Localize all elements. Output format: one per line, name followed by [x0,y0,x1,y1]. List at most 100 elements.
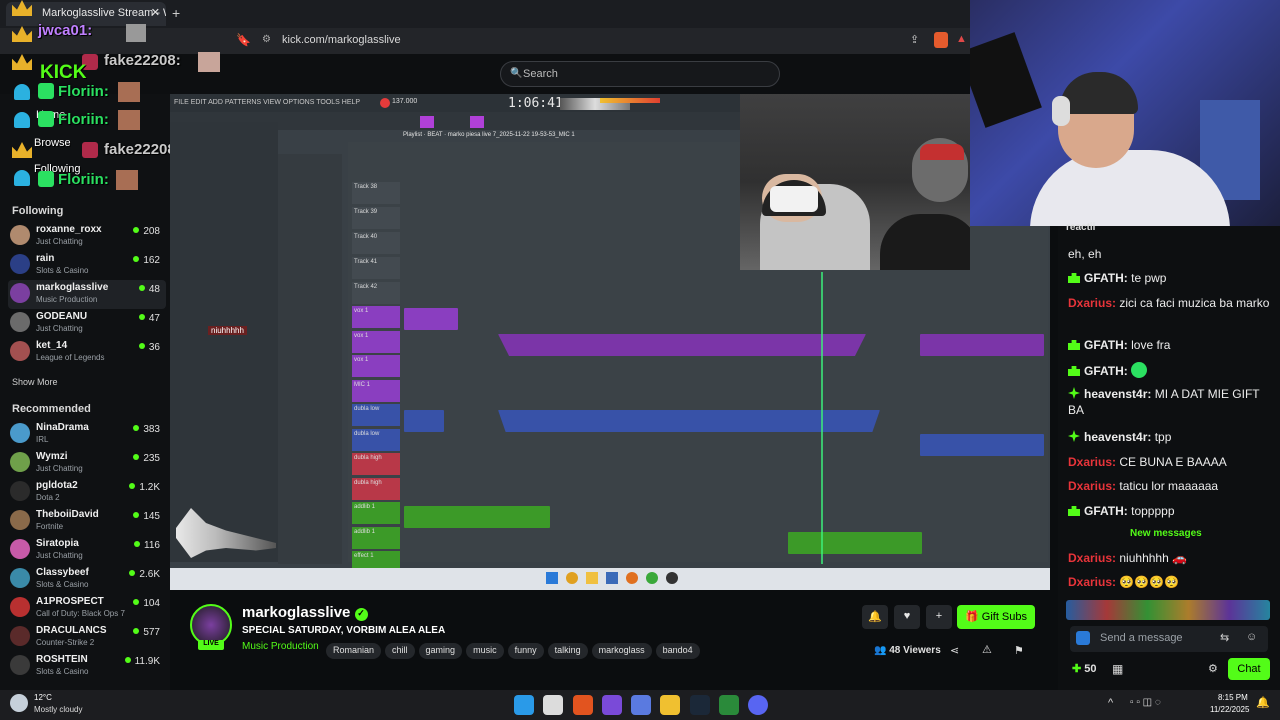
streamer-name[interactable]: markoglasslive ✓ [242,604,368,621]
playhead [821,272,823,564]
stream-tag[interactable]: Romanian [326,643,382,659]
following-heading: Following [12,205,64,217]
weather-temp: 12°C [34,693,52,702]
viewers-icon: 👥 [874,645,890,656]
chat-settings-icon[interactable]: ⚙ [1208,662,1218,675]
brave-shield-icon[interactable] [934,32,948,48]
stream-tag[interactable]: funny [507,643,544,659]
chat-overlay-name: niuhhhhh [208,326,247,335]
channel-name: Wymzi [36,451,68,462]
sidebar-channel[interactable]: DRACULANCS Counter-Strike 2 577 [8,623,166,652]
stream-tag[interactable]: talking [547,643,588,659]
sidebar-channel[interactable]: rain Slots & Casino 162 [8,251,166,280]
sidebar-channel[interactable]: NinaDrama IRL 383 [8,420,166,449]
channel-category: Just Chatting [36,464,83,473]
sidebar-channel[interactable]: markoglasslive Music Production 48 [8,280,166,309]
report-icon[interactable]: ⚠ [982,643,992,656]
subscribe-plus-icon[interactable]: + [926,605,952,629]
brave-browser-icon[interactable] [573,695,593,715]
emoji-icon[interactable]: ☺ [1246,631,1257,643]
chat-username[interactable]: heavenst4r: [1084,387,1151,401]
chat-username[interactable]: Dxarius: [1068,575,1116,589]
channel-viewers: 145 [133,511,160,522]
url-text[interactable]: kick.com/markoglasslive [282,34,401,46]
search-input[interactable]: 🔍 Search [500,61,780,87]
site-settings-icon[interactable]: ⚙ [262,34,271,45]
channel-category: Call of Duty: Black Ops 7 [36,609,125,618]
stream-tag[interactable]: bando4 [655,643,700,659]
sidebar-channel[interactable]: ROSHTEIN Slots & Casino 11.9K [8,652,166,681]
stream-category[interactable]: Music Production [242,641,319,652]
task-view-icon[interactable] [543,695,563,715]
new-messages-divider[interactable]: New messages [1130,528,1202,539]
tray-overflow-icon[interactable]: ^ [1108,697,1113,709]
sidebar-channel[interactable]: roxanne_roxx Just Chatting 208 [8,222,166,251]
chat-username[interactable]: Dxarius: [1068,551,1116,565]
bookmark-icon[interactable]: 🔖 [236,33,251,47]
chat-username[interactable]: GFATH: [1084,504,1128,518]
stream-tag[interactable]: music [466,643,504,659]
tray-icons[interactable]: ▫ ▫ ◫ ◌ [1130,697,1161,708]
show-more-button[interactable]: Show More [12,377,58,387]
notification-bell-icon[interactable]: 🔔 [862,605,888,629]
sidebar-channel[interactable]: TheboiiDavid Fortnite 145 [8,507,166,536]
daw-channel-label: vox 1 [352,355,400,377]
sidebar-channel[interactable]: GODEANU Just Chatting 47 [8,309,166,338]
tempo-display: 137.000 [392,98,418,105]
chat-username[interactable]: Dxarius: [1068,455,1116,469]
share-icon[interactable]: ⇪ [910,33,919,46]
translate-icon[interactable]: ⇆ [1220,631,1229,644]
sidebar-channel[interactable]: A1PROSPECT Call of Duty: Black Ops 7 104 [8,594,166,623]
file-explorer-icon[interactable] [660,695,680,715]
chat-username[interactable]: Dxarius: [1068,296,1116,310]
windows-start-icon[interactable] [514,695,534,715]
more-options-icon[interactable]: ⚑ [1014,644,1024,657]
stream-tag[interactable]: gaming [418,643,463,659]
chat-username[interactable]: GFATH: [1084,338,1128,352]
clock-time[interactable]: 8:15 PM [1218,693,1248,702]
discord-icon[interactable] [748,695,768,715]
rewards-icon[interactable]: ▲ [956,33,967,45]
person-shirt [880,214,970,270]
sidebar-channel[interactable]: Classybeef Slots & Casino 2.6K [8,565,166,594]
chat-username[interactable]: Dxarius: [1068,479,1116,493]
follow-heart-icon[interactable]: ♥ [894,605,920,629]
chat-username[interactable]: GFATH: [1084,364,1128,378]
sidebar-channel[interactable]: ket_14 League of Legends 36 [8,338,166,367]
chat-input[interactable]: Send a message ⇆ ☺ [1070,626,1268,652]
stream-tag[interactable]: chill [385,643,415,659]
subscriber-badge-icon [1068,273,1080,283]
weather-icon[interactable] [10,694,28,712]
record-icon [380,98,390,108]
stream-tag[interactable]: markoglass [591,643,652,659]
channel-category: Just Chatting [36,551,83,560]
chat-username[interactable]: GFATH: [1084,271,1128,285]
share-stream-icon[interactable]: ⋖ [950,644,959,657]
chat-send-button[interactable]: Chat [1228,658,1270,680]
clock-date[interactable]: 11/22/2025 [1210,705,1249,714]
leaderboard-icon[interactable]: ▦ [1112,662,1123,676]
sidebar-channel[interactable]: pgldota2 Dota 2 1.2K [8,478,166,507]
sidebar-channel[interactable]: Wymzi Just Chatting 235 [8,449,166,478]
kick-logo[interactable]: KICK [40,62,86,84]
steam-icon[interactable] [690,695,710,715]
channel-points[interactable]: ✚ 50 [1072,662,1097,675]
gift-subs-button[interactable]: 🎁 Gift Subs [957,605,1035,629]
notifications-icon[interactable]: 🔔 [1256,696,1270,709]
overlay-user: Floriin: [38,111,109,128]
sidebar-channel[interactable]: Siratopia Just Chatting 116 [8,536,166,565]
sample-waveform [176,508,276,558]
nav-browse[interactable]: Browse [34,137,71,149]
copilot-icon[interactable] [602,695,622,715]
channel-avatar [10,539,30,559]
daw-track-header: Track 42 [352,282,400,304]
chat-text: niuhhhhh 🚗 [1119,551,1188,565]
emote-bar[interactable] [1066,600,1270,620]
excel-icon[interactable] [719,695,739,715]
chat-identity-icon[interactable] [1076,631,1090,645]
chat-username[interactable]: heavenst4r: [1084,430,1151,444]
chat-text: tpp [1154,430,1172,444]
channel-avatar [10,626,30,646]
m365-icon[interactable] [631,695,651,715]
chat-message: GFATH: love fra [1068,337,1273,353]
